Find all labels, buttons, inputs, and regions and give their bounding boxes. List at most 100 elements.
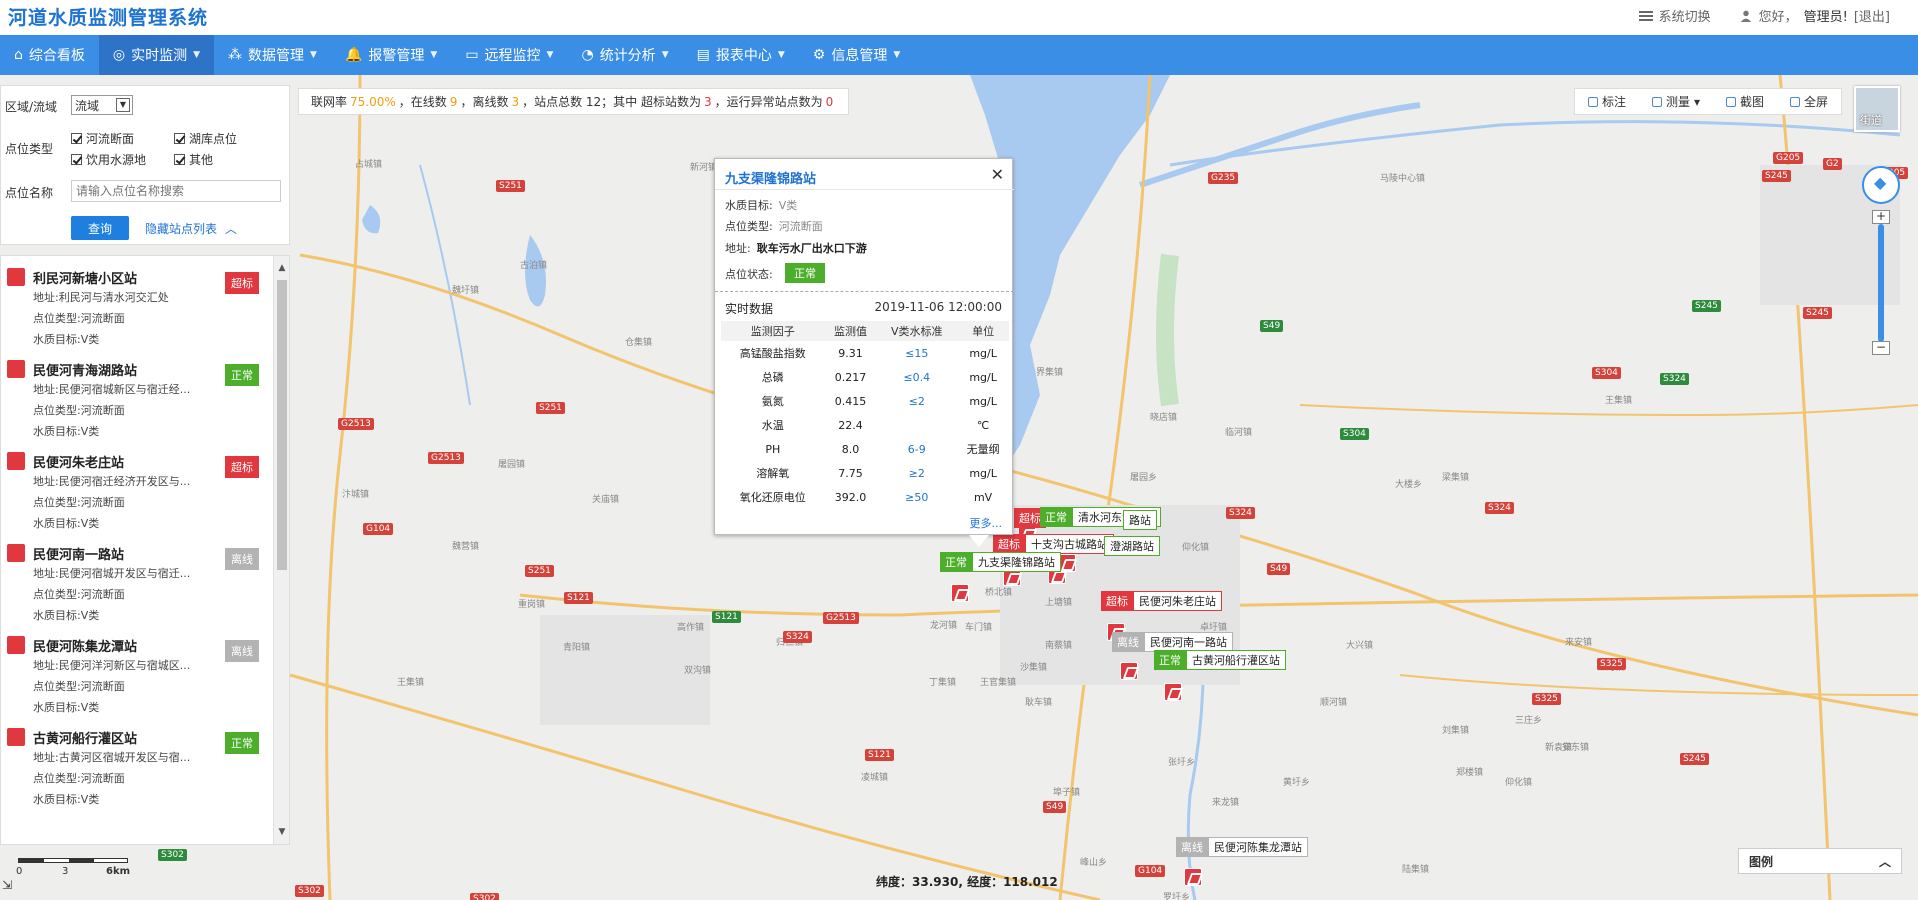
station-marker-icon[interactable] bbox=[951, 584, 969, 602]
station-marker-label[interactable]: 路站 bbox=[1123, 510, 1157, 530]
region-select[interactable]: 流域 ▼ bbox=[71, 95, 133, 115]
report-icon: ▤ bbox=[696, 47, 710, 63]
capture-tool[interactable]: 截图 bbox=[1725, 93, 1764, 110]
station-logo-icon bbox=[7, 728, 25, 746]
checkbox-label: 其他 bbox=[189, 153, 214, 167]
query-button[interactable]: 查询 bbox=[71, 216, 129, 240]
checkbox-type-drinking[interactable]: 饮用水源地 bbox=[71, 151, 146, 168]
checkbox-type-lake[interactable]: 湖库点位 bbox=[174, 130, 237, 147]
map-town-label: 新河镇 bbox=[690, 163, 718, 173]
table-cell: ≤2 bbox=[908, 394, 925, 408]
table-row: 溶解氧 7.75 ≥2 mg/L bbox=[721, 461, 1009, 485]
nav-item[interactable]: ⌂ 综合看板 bbox=[0, 35, 99, 75]
pan-control[interactable] bbox=[1862, 166, 1900, 204]
road-badge: G2 bbox=[1823, 158, 1842, 170]
legend-toggle[interactable]: 图例 ︿ bbox=[1738, 848, 1902, 874]
list-item[interactable]: 民便河朱老庄站 地址:民便河宿迁经济开发区与... 点位类型:河流断面 水质目标:Ⅴ类… bbox=[1, 444, 271, 536]
station-logo-icon bbox=[7, 360, 25, 378]
nav-item[interactable]: 🔔 报警管理 ▼ bbox=[331, 35, 451, 75]
station-marker-label[interactable]: 正常 九支渠隆锦路站 bbox=[940, 552, 1061, 572]
station-target: 水质目标:Ⅴ类 bbox=[33, 701, 100, 714]
list-item[interactable]: 利民河新塘小区站 地址:利民河与清水河交汇处 点位类型:河流断面 水质目标:Ⅴ类 超标 bbox=[1, 260, 271, 352]
station-marker-label[interactable]: 澄湖路站 bbox=[1104, 536, 1160, 556]
map-town-label: 屠园乡 bbox=[1130, 473, 1158, 483]
divider bbox=[715, 291, 1014, 292]
table-cell: mV bbox=[973, 490, 993, 504]
chevron-down-icon: ▼ bbox=[661, 50, 669, 60]
station-marker-icon[interactable] bbox=[1184, 868, 1202, 886]
name-search-input[interactable] bbox=[71, 180, 281, 202]
list-item[interactable]: 古黄河船行灌区站 地址:古黄河区宿城开发区与宿... 点位类型:河流断面 水质目标:Ⅴ… bbox=[1, 720, 271, 812]
nav-item[interactable]: ⁂ 数据管理 ▼ bbox=[214, 35, 331, 75]
bell-icon: 🔔 bbox=[344, 47, 363, 63]
popup-status-label: 点位状态: bbox=[725, 268, 773, 281]
marker-status-tag: 离线 bbox=[1176, 837, 1208, 857]
stats-label-abnormal: ，运行异常站点数为 bbox=[714, 95, 823, 109]
station-name: 利民河新塘小区站 bbox=[33, 272, 138, 287]
logout-link[interactable]: [退出] bbox=[1854, 6, 1890, 25]
table-cell: 0.415 bbox=[834, 394, 867, 408]
popup-target: 水质目标: Ⅴ类 bbox=[725, 197, 797, 213]
zoom-slider[interactable]: + − bbox=[1872, 210, 1890, 355]
list-item[interactable]: 民便河青海湖路站 地址:民便河宿城新区与宿迁经... 点位类型:河流断面 水质目标:Ⅴ… bbox=[1, 352, 271, 444]
station-marker-label[interactable]: 超标 十支沟古城路站 bbox=[993, 534, 1114, 554]
close-icon[interactable]: ✕ bbox=[991, 165, 1004, 184]
map-town-label: 埠子镇 bbox=[1053, 788, 1081, 798]
chevron-down-icon[interactable]: ▼ bbox=[276, 826, 288, 838]
station-logo-icon bbox=[7, 636, 25, 654]
popup-pointer bbox=[969, 535, 989, 547]
station-type: 点位类型:河流断面 bbox=[33, 588, 125, 601]
marker-name: 十支沟古城路站 bbox=[1025, 534, 1114, 554]
river-xinyi bbox=[1139, 102, 1421, 188]
table-row: 总磷 0.217 ≤0.4 mg/L bbox=[721, 365, 1009, 389]
marker-status-tag: 离线 bbox=[1112, 632, 1144, 652]
stats-abnormal: 0 bbox=[825, 94, 834, 109]
scrollbar[interactable]: ▲ ▼ bbox=[273, 256, 289, 844]
status-badge: 正常 bbox=[225, 364, 259, 386]
zoom-in-button[interactable]: + bbox=[1872, 210, 1890, 224]
nav-item[interactable]: ◎ 实时监测 ▼ bbox=[98, 35, 215, 75]
station-logo-icon bbox=[7, 452, 25, 470]
list-item[interactable]: 民便河南一路站 地址:民便河宿城开发区与宿迁... 点位类型:河流断面 水质目标:Ⅴ类… bbox=[1, 536, 271, 628]
zoom-out-button[interactable]: − bbox=[1872, 341, 1890, 355]
map-town-label: 大楼乡 bbox=[1395, 480, 1423, 490]
nav-item[interactable]: ⚙ 信息管理 ▼ bbox=[799, 35, 914, 75]
chevron-up-icon[interactable]: ▲ bbox=[276, 262, 288, 274]
map-town-label: 刘集镇 bbox=[1442, 726, 1470, 736]
checkbox-type-other[interactable]: 其他 bbox=[174, 151, 213, 168]
measure-tool[interactable]: 测量 ▾ bbox=[1651, 93, 1700, 110]
mark-tool[interactable]: 标注 bbox=[1587, 93, 1626, 110]
station-address: 地址:民便河宿迁经济开发区与... bbox=[33, 475, 191, 488]
map-town-label: 临河镇 bbox=[1225, 428, 1253, 438]
hide-list-link[interactable]: 隐藏站点列表 ︿ bbox=[145, 220, 237, 237]
more-link[interactable]: 更多... bbox=[970, 515, 1003, 531]
filter-panel: 区域/流域 流域 ▼ 点位类型 河流断面 湖库点位 饮用水源地 其他 点位名称 … bbox=[0, 85, 290, 245]
station-marker-label[interactable]: 离线 民便河南一路站 bbox=[1112, 632, 1233, 652]
app-title: 河道水质监测管理系统 bbox=[8, 7, 209, 29]
list-item[interactable]: 民便河陈集龙潭站 地址:民便河洋河新区与宿城区... 点位类型:河流断面 水质目标:Ⅴ… bbox=[1, 628, 271, 720]
station-marker-icon[interactable] bbox=[1120, 662, 1138, 680]
marker-name: 九支渠隆锦路站 bbox=[972, 552, 1061, 572]
nav-label: 数据管理 bbox=[248, 48, 305, 64]
station-marker-icon[interactable] bbox=[1164, 683, 1182, 701]
nav-item[interactable]: ▤ 报表中心 ▼ bbox=[683, 35, 799, 75]
checkbox-label: 湖库点位 bbox=[189, 132, 238, 146]
zoom-track[interactable] bbox=[1878, 224, 1884, 342]
table-cell: ℃ bbox=[976, 418, 990, 432]
expand-arrow-icon[interactable]: ⇲ bbox=[2, 878, 18, 894]
station-marker-label[interactable]: 超标 民便河朱老庄站 bbox=[1101, 591, 1222, 611]
street-layer-switch[interactable]: 街道 bbox=[1854, 86, 1900, 132]
map-town-label: 来安镇 bbox=[1565, 638, 1593, 648]
station-marker-label[interactable]: 正常 古黄河船行灌区站 bbox=[1154, 650, 1286, 670]
nav-item[interactable]: ◔ 统计分析 ▼ bbox=[567, 35, 682, 75]
road-badge: S245 bbox=[1680, 753, 1709, 765]
nav-item[interactable]: ▭ 远程监控 ▼ bbox=[451, 35, 567, 75]
scrollbar-thumb[interactable] bbox=[277, 280, 287, 570]
hide-list-label: 隐藏站点列表 bbox=[145, 222, 218, 236]
nav-label: 远程监控 bbox=[484, 48, 541, 64]
fullscreen-tool[interactable]: 全屏 bbox=[1789, 93, 1828, 110]
system-switch-button[interactable]: 系统切换 bbox=[1638, 6, 1711, 25]
checkbox-type-river[interactable]: 河流断面 bbox=[71, 130, 134, 147]
popup-address: 地址: 耿车污水厂出水口下游 bbox=[725, 240, 867, 256]
station-marker-label[interactable]: 离线 民便河陈集龙潭站 bbox=[1176, 837, 1308, 857]
